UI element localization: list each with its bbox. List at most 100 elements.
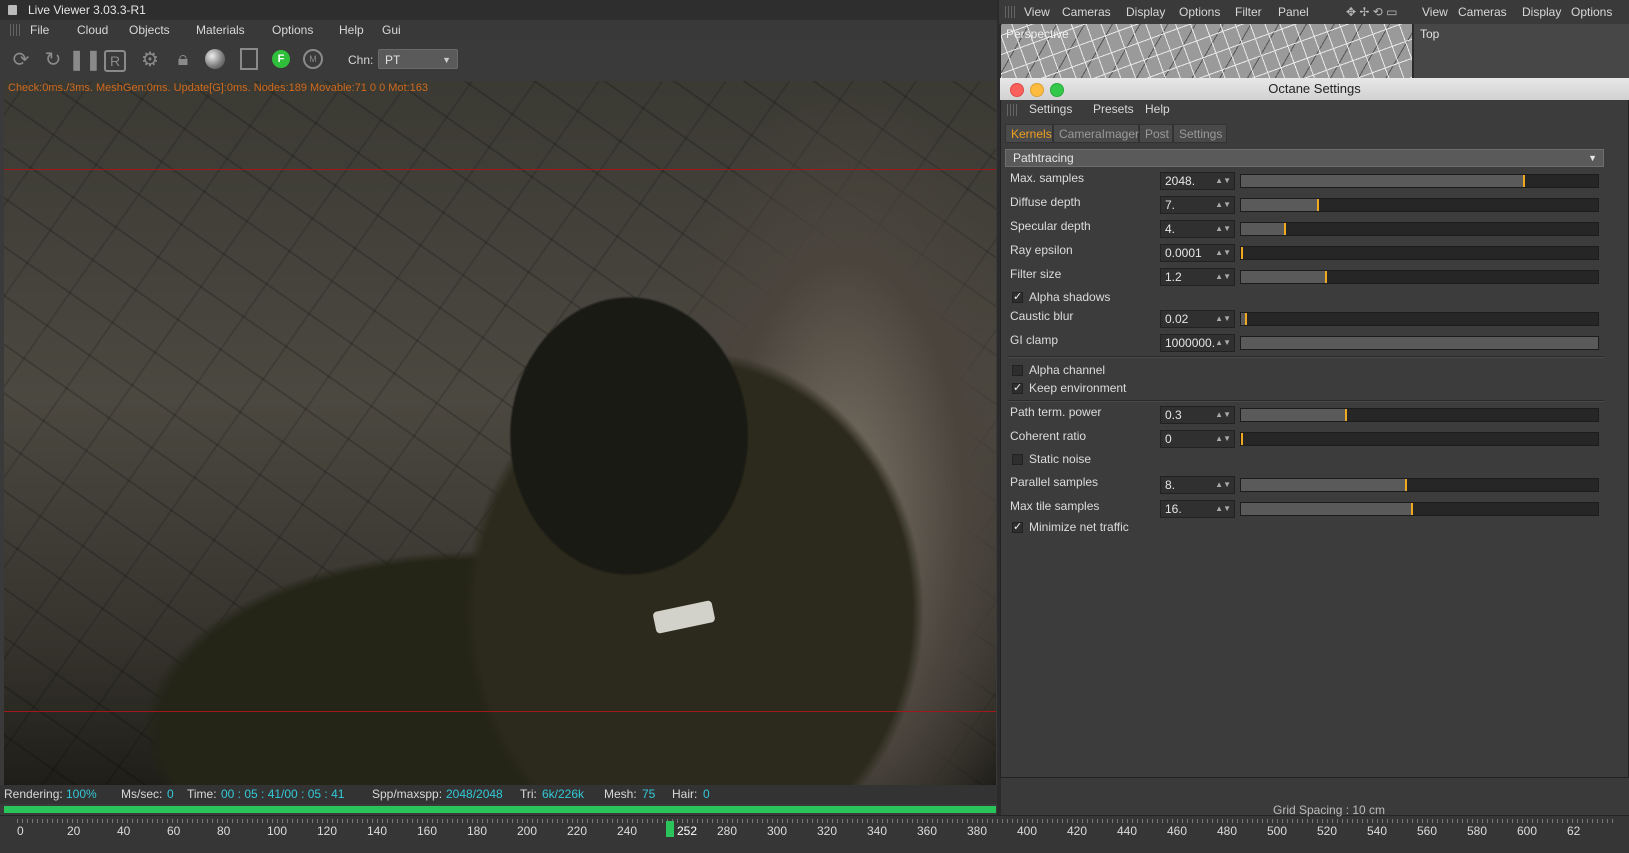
param-number-field[interactable]: 8. ▲▼ (1160, 476, 1235, 494)
param-number-field[interactable]: 2048. ▲▼ (1160, 172, 1235, 190)
lock-icon[interactable]: 🔒︎ (170, 46, 196, 72)
vp2-menu-view[interactable]: View (1422, 5, 1448, 19)
param-slider[interactable] (1240, 174, 1599, 188)
static-noise-checkbox[interactable] (1012, 454, 1023, 465)
slider-knob[interactable] (1317, 199, 1319, 211)
menu-help[interactable]: Help (339, 20, 364, 40)
stepper-icon[interactable]: ▲▼ (1215, 501, 1231, 517)
menu-options[interactable]: Options (272, 20, 313, 40)
stepper-icon[interactable]: ▲▼ (1215, 407, 1231, 423)
slider-knob[interactable] (1241, 247, 1243, 259)
slider-knob[interactable] (1345, 409, 1347, 421)
settings-icon[interactable]: ⚙ (137, 46, 163, 72)
window-frame-icon[interactable] (236, 46, 262, 72)
send-scene-icon[interactable]: ⟳ (8, 46, 34, 72)
vp-menu-filter[interactable]: Filter (1235, 5, 1262, 19)
param-slider[interactable] (1240, 312, 1599, 326)
tab-settings[interactable]: Settings (1173, 124, 1227, 143)
timeline-current-frame-marker[interactable] (666, 821, 674, 837)
pause-icon[interactable]: ❚❚ (68, 46, 102, 72)
region-icon[interactable]: R (104, 50, 126, 72)
octane-menu-presets[interactable]: Presets (1093, 102, 1134, 116)
stepper-icon[interactable]: ▲▼ (1215, 431, 1231, 447)
stepper-icon[interactable]: ▲▼ (1215, 269, 1231, 285)
maximize-icon[interactable] (1050, 83, 1064, 97)
param-slider[interactable] (1240, 270, 1599, 284)
stepper-icon[interactable]: ▲▼ (1215, 197, 1231, 213)
stepper-icon[interactable]: ▲▼ (1215, 173, 1231, 189)
timeline-tick (17, 819, 18, 823)
tab-kernels[interactable]: Kernels (1005, 124, 1053, 143)
stepper-icon[interactable]: ▲▼ (1215, 335, 1231, 351)
close-icon[interactable] (1010, 83, 1024, 97)
param-slider[interactable] (1240, 336, 1599, 350)
menu-gui[interactable]: Gui (382, 20, 401, 40)
alpha-channel-checkbox[interactable] (1012, 365, 1023, 376)
channel-select[interactable]: PT ▼ (378, 49, 458, 69)
minimize-icon[interactable] (1030, 83, 1044, 97)
vp-menu-display[interactable]: Display (1126, 5, 1165, 19)
keep-environment-label: Keep environment (1029, 381, 1127, 395)
slider-knob[interactable] (1411, 503, 1413, 515)
param-number-field[interactable]: 0.0001 ▲▼ (1160, 244, 1235, 262)
alpha-shadows-checkbox[interactable]: ✓ (1012, 292, 1023, 303)
timeline-tick (437, 819, 438, 823)
menu-objects[interactable]: Objects (129, 20, 170, 40)
menu-cloud[interactable]: Cloud (77, 20, 108, 40)
timeline-tick (1392, 819, 1393, 823)
focus-pin-icon[interactable]: F (268, 46, 294, 72)
slider-knob[interactable] (1523, 175, 1525, 187)
vp-menu-view[interactable]: View (1024, 5, 1050, 19)
param-number-field[interactable]: 7. ▲▼ (1160, 196, 1235, 214)
vp-menu-panel[interactable]: Panel (1278, 5, 1309, 19)
param-number-field[interactable]: 0 ▲▼ (1160, 430, 1235, 448)
slider-knob[interactable] (1241, 433, 1243, 445)
octane-menu-settings[interactable]: Settings (1029, 102, 1072, 116)
param-slider[interactable] (1240, 246, 1599, 260)
timeline[interactable]: 0 20 40 60 80 100 120 140 160 180 200 220 240 252 280 3… (0, 815, 1629, 853)
stepper-icon[interactable]: ▲▼ (1215, 311, 1231, 327)
kernel-select[interactable]: Pathtracing ▼ (1005, 149, 1604, 167)
vp2-menu-options[interactable]: Options (1571, 5, 1612, 19)
param-slider[interactable] (1240, 432, 1599, 446)
vp2-menu-display[interactable]: Display (1522, 5, 1561, 19)
stepper-icon[interactable]: ▲▼ (1215, 245, 1231, 261)
material-sphere-icon[interactable] (202, 46, 228, 72)
stepper-icon[interactable]: ▲▼ (1215, 477, 1231, 493)
vp2-menu-cameras[interactable]: Cameras (1458, 5, 1507, 19)
restart-icon[interactable]: ↻ (40, 46, 66, 72)
minimize-net-checkbox[interactable]: ✓ (1012, 522, 1023, 533)
param-number-field[interactable]: 1000000. ▲▼ (1160, 334, 1235, 352)
slider-knob[interactable] (1325, 271, 1327, 283)
slider-knob[interactable] (1405, 479, 1407, 491)
mat-pin-icon[interactable]: M (300, 46, 326, 72)
timeline-tick (937, 819, 938, 823)
param-slider[interactable] (1240, 502, 1599, 516)
param-number-field[interactable]: 4. ▲▼ (1160, 220, 1235, 238)
param-number-field[interactable]: 16. ▲▼ (1160, 500, 1235, 518)
param-number-field[interactable]: 0.3 ▲▼ (1160, 406, 1235, 424)
param-number-field[interactable]: 0.02 ▲▼ (1160, 310, 1235, 328)
param-slider[interactable] (1240, 222, 1599, 236)
timeline-tick (752, 819, 753, 823)
tab-post[interactable]: Post (1139, 124, 1173, 143)
render-viewport[interactable] (4, 81, 996, 785)
slider-knob[interactable] (1245, 313, 1247, 325)
vp-menu-cameras[interactable]: Cameras (1062, 5, 1111, 19)
param-slider[interactable] (1240, 478, 1599, 492)
tab-cameraimager[interactable]: CameraImager (1053, 124, 1139, 143)
param-slider[interactable] (1240, 408, 1599, 422)
stepper-icon[interactable]: ▲▼ (1215, 221, 1231, 237)
vp-menu-options[interactable]: Options (1179, 5, 1220, 19)
slider-knob[interactable] (1284, 223, 1286, 235)
menu-file[interactable]: File (30, 20, 49, 40)
timeline-tick (57, 819, 58, 823)
param-slider[interactable] (1240, 198, 1599, 212)
keep-environment-checkbox[interactable]: ✓ (1012, 383, 1023, 394)
navigation-icons[interactable]: ✥ ✢ ⟲ ▭ (1346, 5, 1398, 19)
menu-materials[interactable]: Materials (196, 20, 245, 40)
top-viewport[interactable] (1414, 24, 1629, 78)
octane-menu-help[interactable]: Help (1145, 102, 1170, 116)
octane-titlebar: Octane Settings (1000, 78, 1629, 100)
param-number-field[interactable]: 1.2 ▲▼ (1160, 268, 1235, 286)
